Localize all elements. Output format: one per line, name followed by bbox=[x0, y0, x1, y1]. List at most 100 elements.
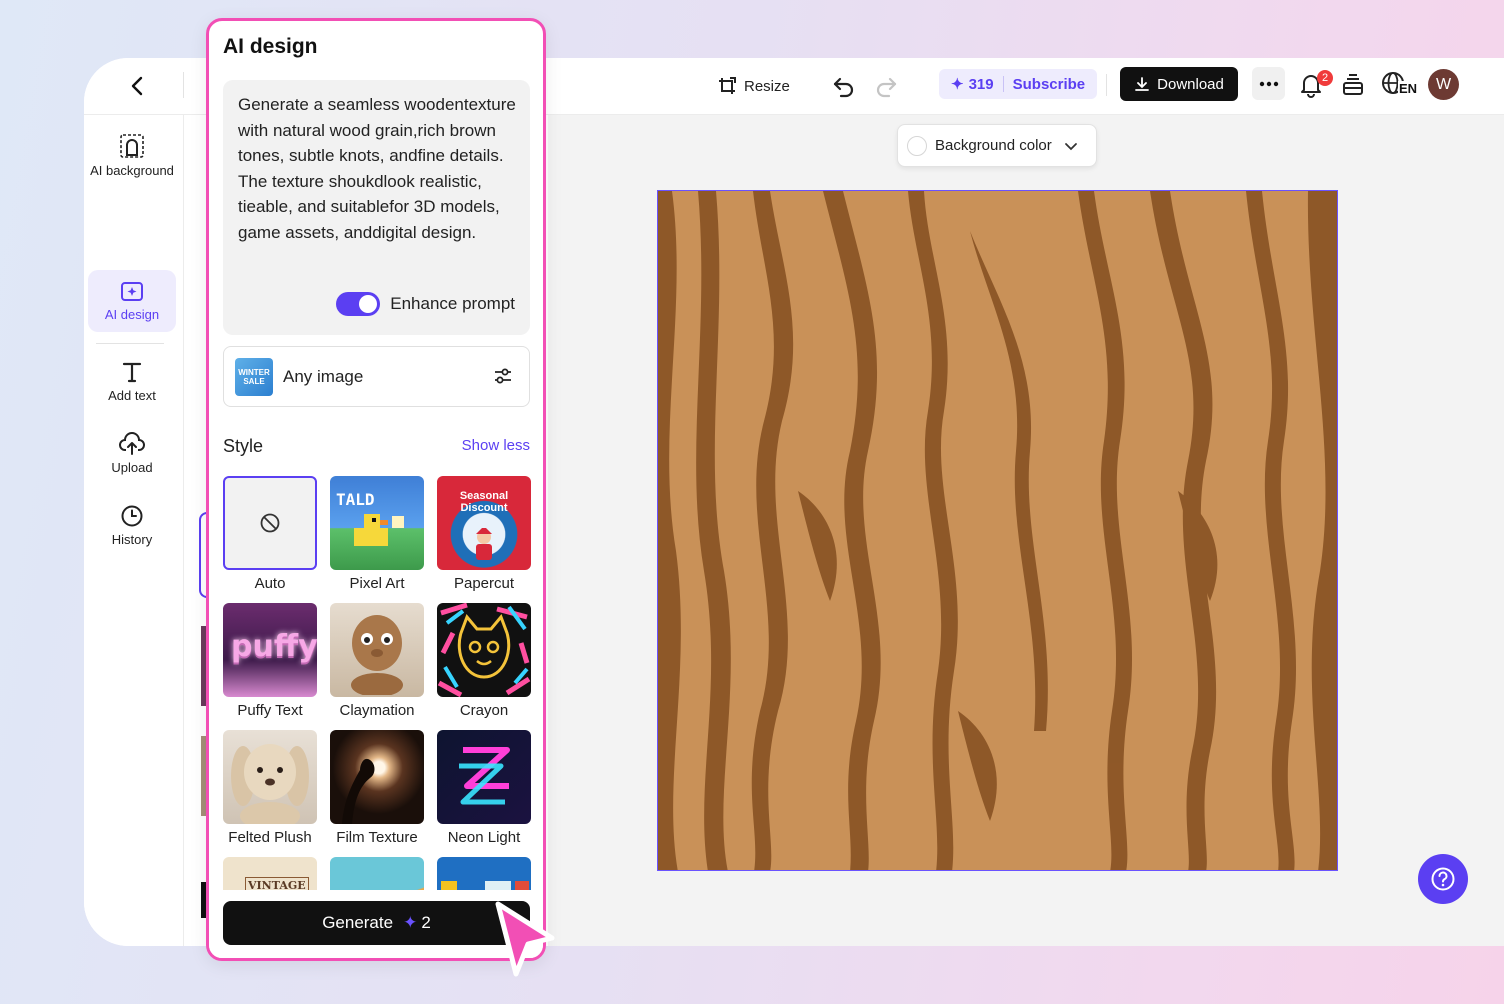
plush-bunny-shape bbox=[231, 744, 309, 824]
question-icon bbox=[1431, 867, 1455, 891]
style-tile-puffy-text[interactable]: puffy Puffy Text bbox=[223, 603, 317, 719]
sidebar-item-upload[interactable]: Upload bbox=[88, 432, 176, 476]
panel-title: AI design bbox=[223, 35, 318, 58]
style-heading: Style bbox=[223, 436, 264, 456]
style-thumbnail bbox=[223, 476, 317, 570]
redo-button[interactable] bbox=[874, 70, 898, 102]
crayon-cat-shape bbox=[437, 603, 531, 697]
language-switcher[interactable]: EN bbox=[1381, 70, 1419, 100]
style-tile-felted-plush[interactable]: Felted Plush bbox=[223, 730, 317, 846]
sparkle-icon: ✦ bbox=[951, 76, 964, 93]
papercut-figure-shape bbox=[476, 528, 492, 560]
user-avatar[interactable]: W bbox=[1428, 69, 1459, 100]
color-swatch bbox=[907, 135, 927, 156]
credits-divider bbox=[1002, 76, 1004, 92]
upload-icon bbox=[119, 432, 145, 455]
ai-design-icon bbox=[121, 282, 143, 301]
neon-z-shape bbox=[459, 747, 510, 805]
undo-icon bbox=[833, 77, 854, 98]
thumbnail-text: Seasonal Discount bbox=[459, 490, 509, 514]
style-thumbnail: Seasonal Discount bbox=[437, 476, 531, 570]
download-label: Download bbox=[1157, 75, 1224, 93]
image-type-thumbnail: WINTER SALE bbox=[235, 357, 273, 396]
credits-subscribe-pill[interactable]: ✦ 319 Subscribe bbox=[939, 69, 1097, 99]
film-silhouette-shape bbox=[342, 758, 375, 824]
resize-label: Resize bbox=[744, 77, 790, 95]
style-label: Crayon bbox=[459, 702, 509, 719]
more-dots-icon bbox=[1259, 81, 1278, 86]
generate-cost: 2 bbox=[421, 913, 431, 932]
style-label: Neon Light bbox=[447, 829, 521, 846]
sidebar-item-ai-background[interactable]: AI background bbox=[88, 133, 176, 179]
undo-button[interactable] bbox=[832, 70, 856, 102]
sidebar-item-label: AI background bbox=[90, 163, 174, 178]
pixel-duck-shape bbox=[354, 514, 404, 546]
text-icon bbox=[122, 362, 142, 383]
resize-button[interactable]: Resize bbox=[716, 70, 790, 102]
style-tile-auto[interactable]: Auto bbox=[223, 476, 317, 592]
credits-count: 319 bbox=[968, 75, 994, 93]
more-options-button[interactable] bbox=[1252, 67, 1285, 100]
generate-button[interactable]: Generate ✦ 2 bbox=[223, 901, 530, 945]
clay-figure-shape bbox=[351, 615, 403, 695]
prompt-textarea[interactable]: Generate a seamless woodentexture with n… bbox=[238, 92, 523, 246]
style-tile-neon-light[interactable]: Neon Light bbox=[437, 730, 531, 846]
style-label: Felted Plush bbox=[228, 829, 312, 846]
style-thumbnail bbox=[437, 603, 531, 697]
style-thumbnail: puffy bbox=[223, 603, 317, 697]
style-thumbnail bbox=[330, 603, 424, 697]
sidebar-divider bbox=[96, 343, 164, 344]
prompt-box[interactable]: Generate a seamless woodentexture with n… bbox=[223, 80, 530, 335]
style-label: Puffy Text bbox=[237, 702, 303, 719]
style-tile-claymation[interactable]: Claymation bbox=[330, 603, 424, 719]
sidebar-item-history[interactable]: History bbox=[88, 504, 176, 548]
style-thumbnail bbox=[223, 730, 317, 824]
sidebar-item-label: Add text bbox=[108, 388, 156, 403]
download-button[interactable]: Download bbox=[1120, 67, 1238, 101]
sidebar-item-add-text[interactable]: Add text bbox=[88, 360, 176, 404]
style-tile-papercut[interactable]: Seasonal Discount Papercut bbox=[437, 476, 531, 592]
sidebar-item-label: History bbox=[111, 532, 153, 547]
generate-label: Generate bbox=[322, 913, 394, 932]
help-button[interactable] bbox=[1418, 854, 1468, 904]
ai-background-icon bbox=[120, 134, 144, 158]
subscribe-link[interactable]: Subscribe bbox=[1013, 76, 1086, 93]
notification-badge: 2 bbox=[1317, 70, 1333, 86]
language-code: EN bbox=[1398, 81, 1419, 96]
layers-icon[interactable] bbox=[1342, 73, 1364, 97]
artboard-wood-texture[interactable] bbox=[657, 190, 1338, 871]
enhance-prompt-label: Enhance prompt bbox=[390, 294, 515, 313]
thumbnail-text: puffy bbox=[231, 629, 317, 664]
style-label: Pixel Art bbox=[349, 575, 405, 592]
style-label: Papercut bbox=[453, 575, 515, 592]
sidebar-item-label: AI design bbox=[104, 307, 160, 322]
style-label: Auto bbox=[254, 575, 286, 592]
image-type-label: Any image bbox=[283, 366, 364, 386]
canvas-area: Background color bbox=[548, 115, 1504, 946]
thumbnail-text: TALD bbox=[336, 490, 375, 509]
image-type-selector[interactable]: WINTER SALE Any image bbox=[223, 346, 530, 407]
toolbar-divider bbox=[183, 72, 184, 98]
sparkle-icon: ✦ bbox=[403, 913, 418, 932]
sidebar-item-label: Upload bbox=[111, 460, 153, 475]
style-tile-film-texture[interactable]: Film Texture bbox=[330, 730, 424, 846]
enhance-prompt-toggle[interactable] bbox=[336, 292, 381, 316]
background-color-dropdown[interactable]: Background color bbox=[897, 124, 1097, 167]
back-arrow-icon[interactable] bbox=[124, 72, 152, 100]
show-less-link[interactable]: Show less bbox=[462, 437, 530, 454]
style-tile-crayon[interactable]: Crayon bbox=[437, 603, 531, 719]
style-tile-pixel-art[interactable]: TALD Pixel Art bbox=[330, 476, 424, 592]
background-color-label: Background color bbox=[935, 137, 1052, 154]
redo-icon bbox=[876, 77, 897, 98]
sidebar-item-ai-design[interactable]: AI design bbox=[88, 270, 176, 332]
wood-texture-image bbox=[658, 191, 1337, 870]
style-thumbnail bbox=[437, 730, 531, 824]
left-sidebar: AI background AI design Add text Upload … bbox=[84, 115, 184, 946]
style-label: Film Texture bbox=[336, 829, 418, 846]
toolbar-divider bbox=[1106, 74, 1107, 96]
mouse-cursor-icon bbox=[495, 901, 555, 977]
style-label: Claymation bbox=[339, 702, 415, 719]
history-icon bbox=[121, 505, 143, 527]
style-thumbnail bbox=[330, 730, 424, 824]
sliders-icon[interactable] bbox=[493, 366, 513, 386]
